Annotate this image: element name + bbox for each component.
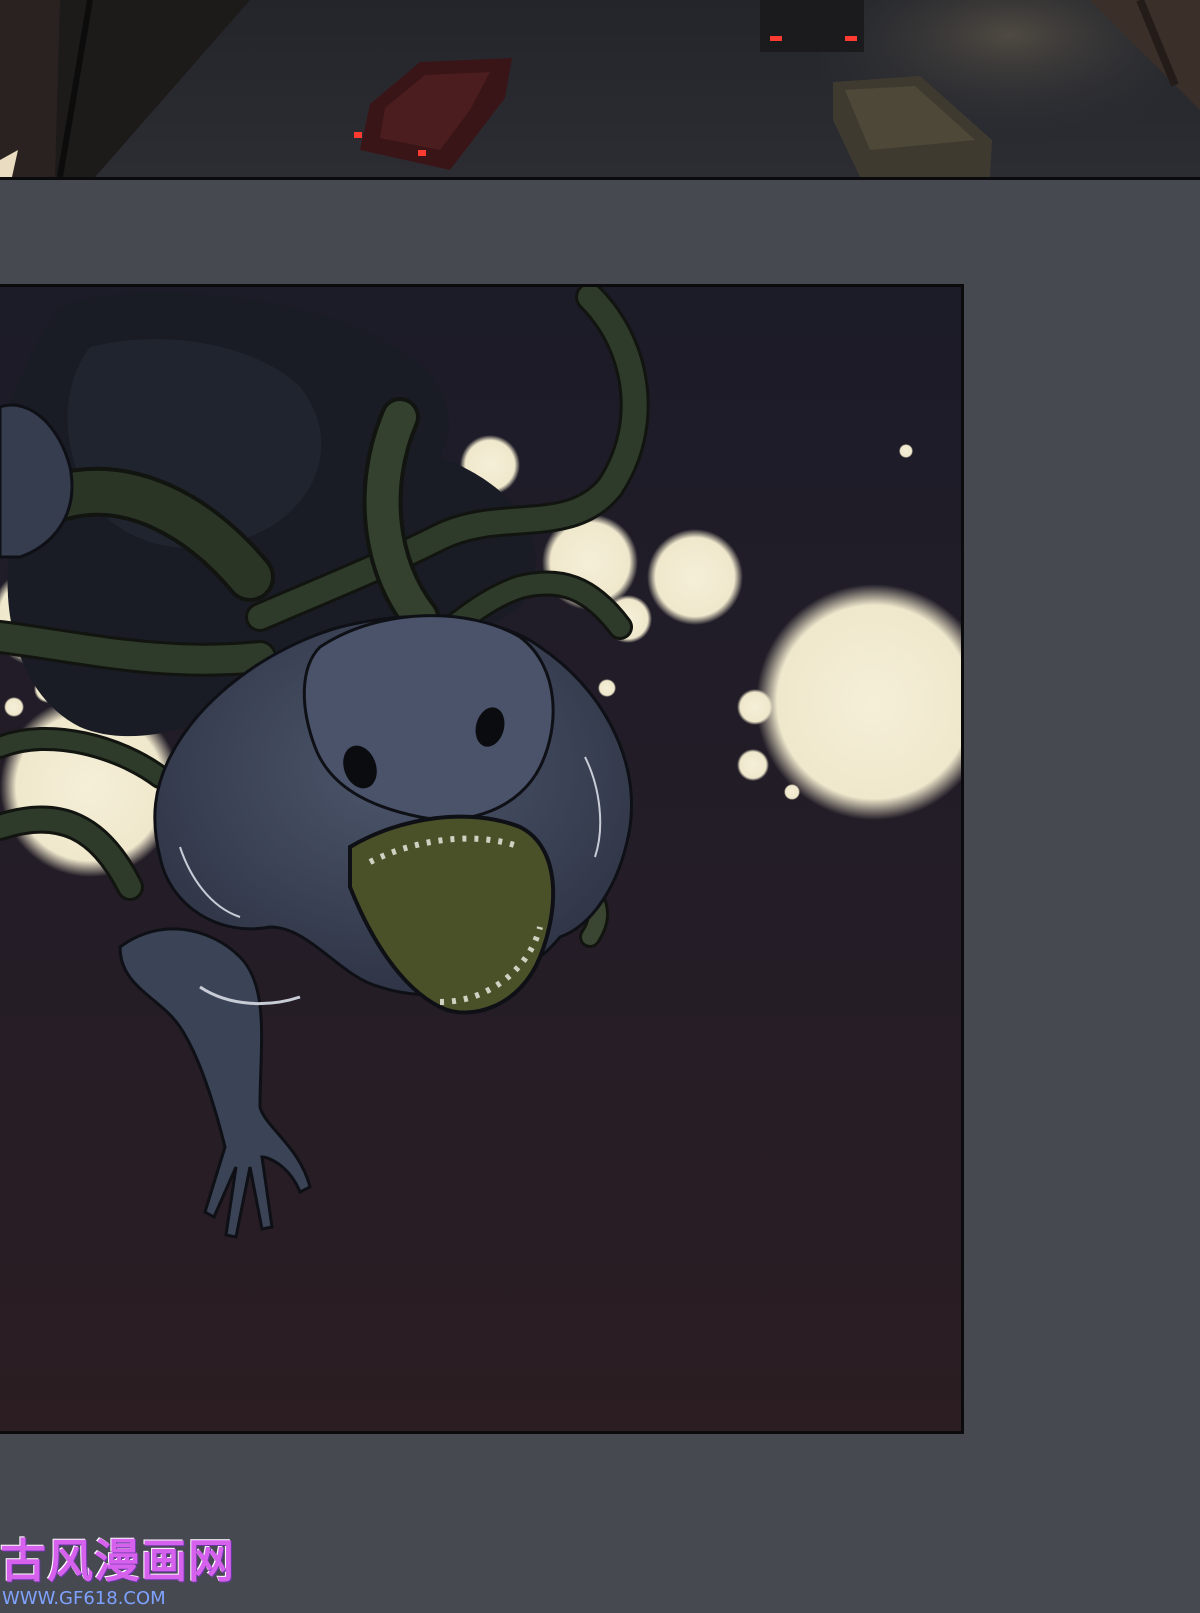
comic-panel-street <box>0 0 1200 180</box>
tentacle-creature-illustration <box>0 287 961 1431</box>
comic-page: 古风漫画网 WWW.GF618.COM <box>0 0 1200 1613</box>
watermark-logo-text: 古风漫画网 <box>0 1534 235 1588</box>
watermark-url-text: WWW.GF618.COM <box>2 1588 166 1609</box>
night-street-illustration <box>0 0 1200 177</box>
site-watermark: 古风漫画网 WWW.GF618.COM <box>0 1534 234 1613</box>
truck <box>760 0 864 52</box>
comic-panel-creature <box>0 284 964 1434</box>
